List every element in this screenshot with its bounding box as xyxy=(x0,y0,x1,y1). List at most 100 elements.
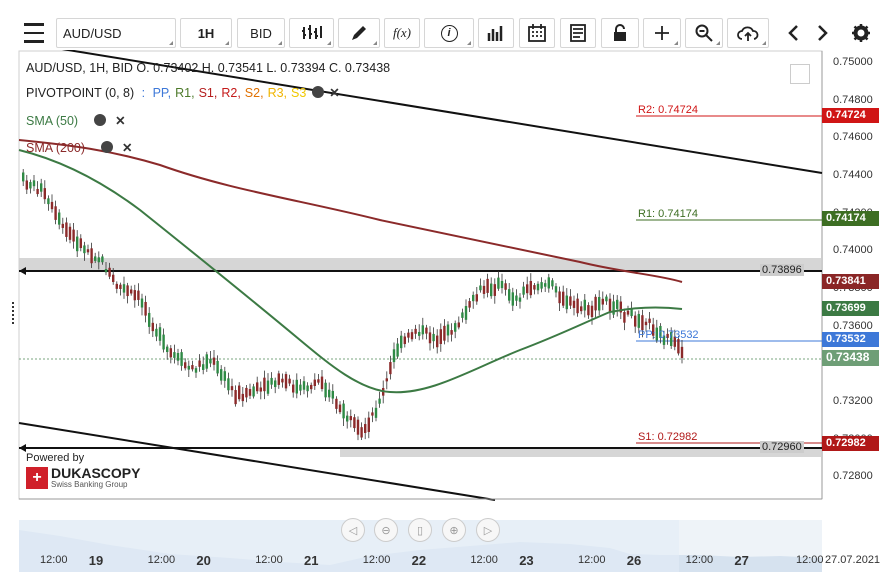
candle xyxy=(187,365,190,370)
hline-upper-label: 0.73896 xyxy=(760,264,804,276)
candle xyxy=(259,387,262,392)
candle xyxy=(360,427,363,438)
candle xyxy=(612,301,615,315)
zoom-out-icon: ⊖ xyxy=(381,524,391,537)
price-axis-label: 0.74600 xyxy=(833,131,873,144)
candle xyxy=(331,390,334,399)
candle xyxy=(328,389,331,398)
time-axis-label: 12:00 xyxy=(578,554,606,566)
candle xyxy=(54,206,57,220)
chevron-left-icon xyxy=(788,25,798,41)
calendar-button[interactable] xyxy=(519,18,555,48)
candle xyxy=(184,362,187,369)
nav-last-button[interactable]: ▷ xyxy=(476,518,500,542)
upload-button[interactable] xyxy=(727,18,769,48)
candle xyxy=(648,318,651,323)
candle xyxy=(198,360,201,367)
price-axis-label: 0.73600 xyxy=(833,319,873,332)
candle xyxy=(191,365,194,370)
brand-name: DUKASCOPY xyxy=(51,465,141,481)
zoom-in-icon: ⊕ xyxy=(449,524,459,537)
sma200-legend[interactable]: SMA (200) ✕ xyxy=(26,140,133,155)
zoom-button[interactable] xyxy=(685,18,723,48)
pivot-gear-icon[interactable] xyxy=(311,86,324,98)
report-button[interactable] xyxy=(560,18,596,48)
function-icon: f(x) xyxy=(392,25,412,40)
candle xyxy=(241,393,244,402)
candle xyxy=(529,280,532,296)
nav-first-button[interactable]: ◁ xyxy=(341,518,365,542)
candle xyxy=(252,386,255,397)
candle xyxy=(137,290,140,300)
sma200-gear-icon[interactable] xyxy=(100,141,113,153)
sma200-legend-label: SMA (200) xyxy=(26,141,86,155)
time-axis-label: 12:00 xyxy=(147,554,176,566)
zoom-in-button[interactable]: ⊕ xyxy=(442,518,466,542)
candle xyxy=(245,387,248,398)
draw-button[interactable] xyxy=(338,18,380,48)
candle xyxy=(439,329,442,344)
candle xyxy=(418,331,421,336)
candle xyxy=(583,299,586,311)
candle xyxy=(562,291,565,306)
branding: Powered by + DUKASCOPY Swiss Banking Gro… xyxy=(26,452,140,489)
zoom-out-button[interactable]: ⊖ xyxy=(374,518,398,542)
reset-button[interactable]: ▯ xyxy=(408,518,432,542)
candle xyxy=(576,298,579,314)
volume-button[interactable] xyxy=(478,18,514,48)
hline-lower-label: 0.72960 xyxy=(760,441,804,453)
bar-type-button[interactable] xyxy=(289,18,334,48)
sma50-legend[interactable]: SMA (50) ✕ xyxy=(26,113,126,128)
price-chart[interactable] xyxy=(0,50,887,577)
settings-button[interactable] xyxy=(846,18,876,48)
pivot-legend-item: S1, xyxy=(198,86,218,100)
candle xyxy=(536,283,540,291)
brand-tagline: Swiss Banking Group xyxy=(51,480,128,489)
candle xyxy=(374,407,378,418)
timeframe-select[interactable]: 1H xyxy=(180,18,232,48)
candle xyxy=(410,332,414,340)
candle xyxy=(608,298,612,313)
candle xyxy=(263,377,266,392)
candle xyxy=(238,385,241,400)
candle xyxy=(364,424,367,433)
candle xyxy=(50,201,54,210)
menu-button[interactable] xyxy=(17,18,51,48)
indicators-button[interactable]: f(x) xyxy=(384,18,420,48)
scroll-right-button[interactable] xyxy=(808,18,838,48)
candle xyxy=(547,277,550,289)
candle xyxy=(551,280,554,287)
candle xyxy=(25,180,28,190)
pivot-legend[interactable]: PIVOTPOINT (0, 8) : PP, R1, S1, R2, S2, R3, S3… xyxy=(26,85,340,100)
candle xyxy=(346,415,349,422)
candle xyxy=(428,332,432,344)
left-drag-handle[interactable] xyxy=(12,302,17,324)
info-button[interactable]: i xyxy=(424,18,474,48)
candle xyxy=(97,257,100,263)
symbol-select[interactable]: AUD/USD xyxy=(56,18,176,48)
crosshair-button[interactable] xyxy=(643,18,681,48)
lock-button[interactable] xyxy=(601,18,639,48)
time-axis-label: 26 xyxy=(626,553,642,568)
time-axis-label: 22 xyxy=(411,553,427,568)
sma50-close-icon[interactable]: ✕ xyxy=(115,114,125,128)
candle xyxy=(432,333,435,342)
candle xyxy=(277,373,280,385)
resistance-zone xyxy=(19,258,822,272)
scroll-left-button[interactable] xyxy=(778,18,808,48)
pivot-close-icon[interactable]: ✕ xyxy=(329,86,339,100)
side-select[interactable]: BID xyxy=(237,18,285,48)
candle xyxy=(616,299,619,309)
sma50-gear-icon[interactable] xyxy=(93,114,106,126)
candle xyxy=(497,277,500,289)
chart-area[interactable]: AUD/USD, 1H, BID O. 0.73402 H. 0.73541 L… xyxy=(0,50,887,577)
candle xyxy=(526,284,529,294)
candle xyxy=(29,182,32,189)
candle xyxy=(230,386,234,391)
candle xyxy=(468,301,471,308)
candle xyxy=(421,325,424,335)
candle xyxy=(94,256,97,261)
pivot-legend-sep: : xyxy=(141,86,146,100)
fullscreen-icon[interactable] xyxy=(790,64,810,84)
sma200-close-icon[interactable]: ✕ xyxy=(122,141,132,155)
